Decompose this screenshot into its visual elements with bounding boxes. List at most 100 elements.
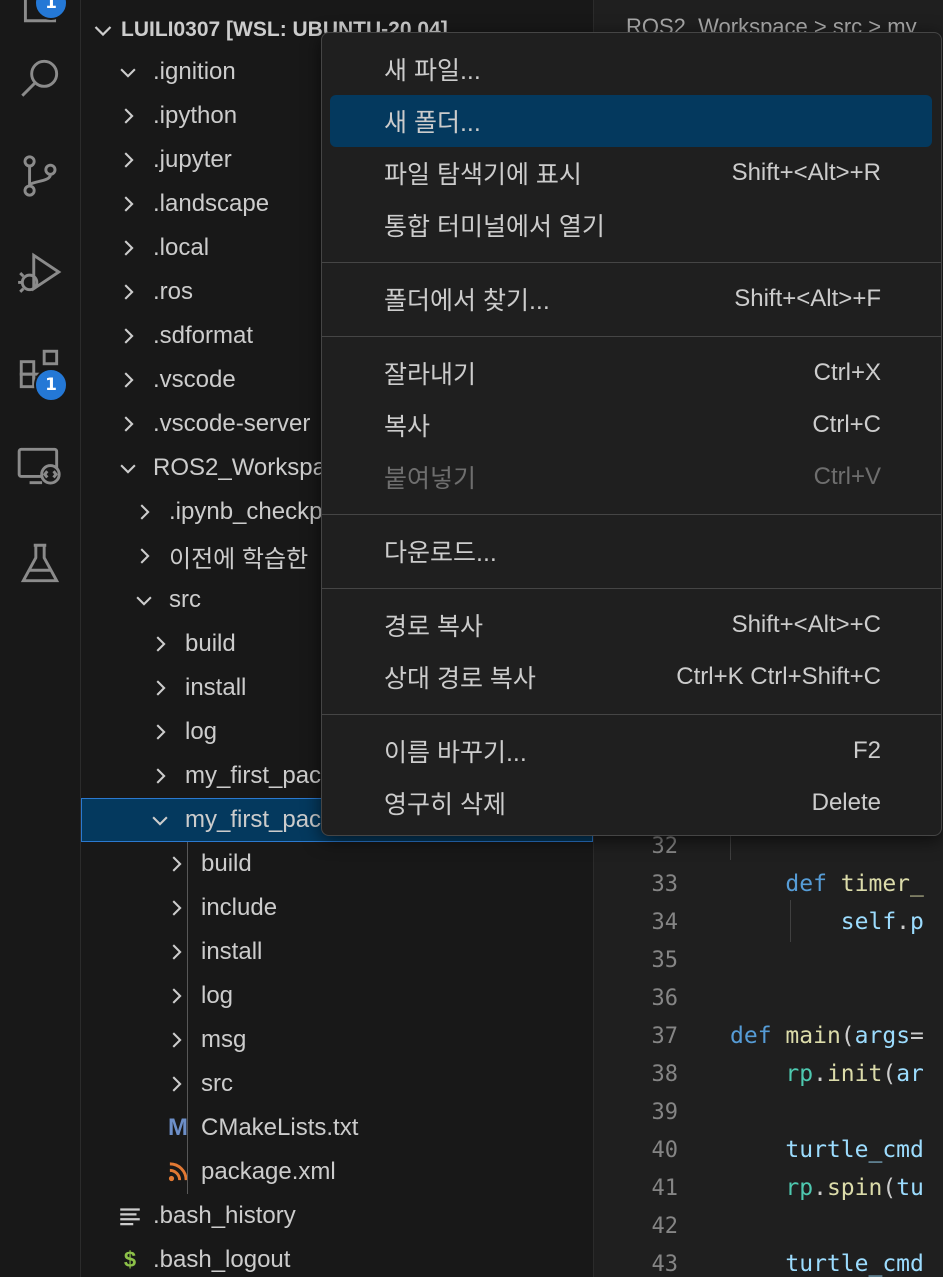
chevron-right-icon bbox=[124, 240, 134, 256]
menu-item[interactable]: 이름 바꾸기... F2 bbox=[330, 725, 932, 777]
chevron-right-icon bbox=[124, 416, 134, 432]
code-token: ( bbox=[882, 1061, 897, 1087]
remote-explorer-icon[interactable] bbox=[8, 434, 72, 498]
menu-item[interactable]: 폴더에서 찾기... Shift+<Alt>+F bbox=[330, 273, 932, 325]
line-number: 41 bbox=[651, 1176, 679, 1201]
tree-item-label: log bbox=[185, 718, 218, 745]
tree-file-row[interactable]: package.xml bbox=[81, 1150, 593, 1194]
source-control-icon[interactable] bbox=[8, 144, 72, 208]
code-line: def timer_ bbox=[730, 871, 924, 897]
tree-item-label: src bbox=[169, 586, 201, 613]
text-file-icon bbox=[120, 1208, 140, 1226]
tree-item-label: install bbox=[201, 938, 263, 965]
indent-guide bbox=[187, 842, 188, 1194]
line-number: 38 bbox=[651, 1062, 679, 1087]
menu-item[interactable]: 통합 터미널에서 열기 bbox=[330, 199, 932, 251]
menu-item[interactable]: 파일 탐색기에 표시 Shift+<Alt>+R bbox=[330, 147, 932, 199]
tree-item-label: .ros bbox=[153, 278, 194, 305]
code-token: spin bbox=[826, 1175, 883, 1201]
chevron-right-icon bbox=[156, 636, 166, 652]
code-line: self.p bbox=[730, 909, 924, 935]
code-token: timer_ bbox=[840, 871, 924, 897]
menu-item[interactable]: 복사 Ctrl+C bbox=[330, 399, 932, 451]
menu-item-label: 이름 바꾸기... bbox=[384, 739, 527, 767]
menu-item-shortcut: Shift+<Alt>+F bbox=[734, 285, 881, 312]
menu-item-shortcut: Shift+<Alt>+R bbox=[731, 159, 881, 186]
line-number: 39 bbox=[651, 1100, 679, 1125]
chevron-right-icon bbox=[124, 328, 134, 344]
code-token: ( bbox=[882, 1175, 897, 1201]
chevron-right-icon bbox=[156, 680, 166, 696]
menu-item-label: 다운로드... bbox=[384, 539, 497, 567]
chevron-right-icon bbox=[172, 988, 182, 1004]
menu-item-shortcut: F2 bbox=[852, 737, 881, 764]
chevron-right-icon bbox=[124, 284, 134, 300]
menu-item-label: 복사 bbox=[384, 413, 431, 441]
tree-file-row[interactable]: $ .bash_logout bbox=[81, 1238, 593, 1277]
indent-guide bbox=[790, 900, 791, 942]
code-token: def bbox=[730, 1023, 772, 1049]
shell-file-icon: $ bbox=[123, 1247, 137, 1272]
chevron-right-icon bbox=[140, 548, 150, 564]
testing-flask-icon[interactable] bbox=[8, 532, 72, 596]
search-icon[interactable] bbox=[8, 46, 72, 110]
tree-folder-row[interactable]: src bbox=[81, 1062, 593, 1106]
tree-file-row[interactable]: M CMakeLists.txt bbox=[81, 1106, 593, 1150]
chevron-right-icon bbox=[156, 768, 166, 784]
line-number: 33 bbox=[651, 872, 679, 897]
tree-folder-row[interactable]: msg bbox=[81, 1018, 593, 1062]
menu-item-shortcut: Shift+<Alt>+C bbox=[731, 611, 881, 638]
tree-item-label: .vscode bbox=[153, 366, 236, 393]
code-token: = bbox=[910, 1023, 924, 1049]
menu-item[interactable]: 잘라내기 Ctrl+X bbox=[330, 347, 932, 399]
chevron-right-icon bbox=[156, 724, 166, 740]
menu-item-shortcut: Delete bbox=[811, 789, 881, 816]
code-token: tu bbox=[896, 1175, 924, 1201]
line-number: 32 bbox=[651, 834, 679, 859]
context-menu: 새 파일... 새 폴더... 파일 탐색기에 표시 Shift+<Alt>+R 통합 … bbox=[321, 32, 942, 836]
line-number: 43 bbox=[651, 1252, 679, 1277]
menu-item[interactable]: 경로 복사 Shift+<Alt>+C bbox=[330, 599, 932, 651]
menu-item-label: 영구히 삭제 bbox=[384, 791, 506, 819]
menu-item-label: 잘라내기 bbox=[384, 361, 477, 389]
code-line: def main(args= bbox=[730, 1023, 924, 1049]
tree-item-label: .landscape bbox=[153, 190, 270, 217]
menu-separator bbox=[322, 588, 941, 589]
chevron-right-icon bbox=[172, 1076, 182, 1092]
tree-file-row[interactable]: .bash_history bbox=[81, 1194, 593, 1238]
menu-item[interactable]: 새 폴더... bbox=[330, 95, 932, 147]
line-number: 40 bbox=[651, 1138, 679, 1163]
code-token: . bbox=[813, 1061, 827, 1087]
code-token: turtle_cmd bbox=[785, 1137, 924, 1163]
tree-folder-row[interactable]: build bbox=[81, 842, 593, 886]
line-number: 35 bbox=[651, 948, 679, 973]
tree-item-label: msg bbox=[201, 1026, 247, 1053]
menu-item[interactable]: 새 파일... bbox=[330, 43, 932, 95]
extensions-badge: 1 bbox=[34, 368, 68, 402]
menu-item[interactable]: 다운로드... bbox=[330, 525, 932, 577]
tree-folder-row[interactable]: log bbox=[81, 974, 593, 1018]
tree-item-label: .bash_history bbox=[153, 1202, 296, 1229]
tree-item-label: src bbox=[201, 1070, 233, 1097]
tree-folder-row[interactable]: include bbox=[81, 886, 593, 930]
menu-item: 붙여넣기 Ctrl+V bbox=[330, 451, 932, 503]
menu-separator bbox=[322, 714, 941, 715]
menu-item[interactable]: 상대 경로 복사 Ctrl+K Ctrl+Shift+C bbox=[330, 651, 932, 703]
code-token: args bbox=[854, 1023, 911, 1049]
code-line: turtle_cmd bbox=[730, 1137, 924, 1163]
chevron-down-icon bbox=[120, 464, 136, 474]
menu-separator bbox=[322, 262, 941, 263]
menu-item[interactable]: 영구히 삭제 Delete bbox=[330, 777, 932, 829]
menu-item-label: 폴더에서 찾기... bbox=[384, 287, 550, 315]
chevron-right-icon bbox=[124, 196, 134, 212]
chevron-right-icon bbox=[124, 152, 134, 168]
tree-item-label: install bbox=[185, 674, 247, 701]
tree-folder-row[interactable]: install bbox=[81, 930, 593, 974]
menu-item-label: 경로 복사 bbox=[384, 613, 483, 641]
run-debug-icon[interactable] bbox=[8, 240, 72, 304]
code-token: main bbox=[785, 1023, 841, 1049]
